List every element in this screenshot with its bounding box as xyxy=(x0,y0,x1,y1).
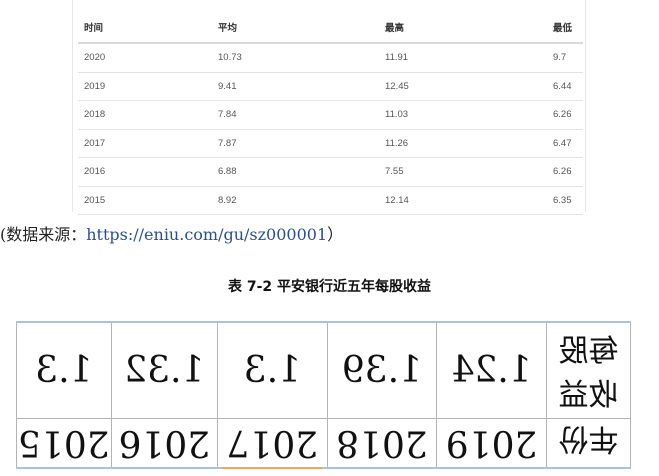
cell-low: 9.7 xyxy=(547,43,583,73)
cell-average: 9.41 xyxy=(212,72,379,101)
cell-low: 6.47 xyxy=(547,129,583,158)
cell-high: 12.14 xyxy=(379,186,547,215)
cell-high: 12.45 xyxy=(379,72,547,101)
cell-low: 6.26 xyxy=(547,100,583,130)
stock-price-table: 时间 平均 最高 最低 2020 10.73 11.91 9.7 2019 9.… xyxy=(78,12,583,215)
cell-high: 7.55 xyxy=(379,157,547,187)
year-cell: 2019 xyxy=(436,418,547,467)
source-prefix: (数据来源： xyxy=(0,225,87,244)
eps-row-header: 每股收益 xyxy=(546,323,631,419)
year-cell: 2018 xyxy=(327,418,437,467)
cell-year: 2017 xyxy=(78,129,212,158)
cell-year: 2018 xyxy=(78,100,212,130)
cell-average: 7.87 xyxy=(212,129,379,158)
cell-average: 7.84 xyxy=(212,100,379,130)
eps-table-mirrored: 每股收益 1.24 1.39 1.3 1.32 1.3 年份 2019 2018… xyxy=(16,323,631,467)
cell-high: 11.26 xyxy=(379,129,547,158)
cell-high: 11.03 xyxy=(379,100,547,130)
year-row: 年份 2019 2018 2017 2016 2015 xyxy=(16,418,631,467)
cell-low: 6.26 xyxy=(547,157,583,187)
data-source-line: (数据来源：https://eniu.com/gu/sz000001） xyxy=(0,221,659,245)
selection-underline xyxy=(222,467,322,469)
table-row: 2019 9.41 12.45 6.44 xyxy=(78,72,583,101)
year-cell: 2015 xyxy=(16,418,112,467)
year-cell: 2017 xyxy=(217,418,328,467)
header-high: 最高 xyxy=(379,12,547,44)
cell-year: 2019 xyxy=(78,72,212,101)
header-low: 最低 xyxy=(547,12,583,44)
eps-table-panel: 每股收益 1.24 1.39 1.3 1.32 1.3 年份 2019 2018… xyxy=(16,321,631,469)
table-header-row: 时间 平均 最高 最低 xyxy=(78,12,583,44)
cell-high: 11.91 xyxy=(379,43,547,73)
eps-cell: 1.3 xyxy=(217,323,328,419)
table-row: 2020 10.73 11.91 9.7 xyxy=(78,43,583,73)
table-row: 2015 8.92 12.14 6.35 xyxy=(78,186,583,215)
year-row-header: 年份 xyxy=(546,418,631,467)
eps-cell: 1.3 xyxy=(16,323,112,419)
stock-price-table-panel: 时间 平均 最高 最低 2020 10.73 11.91 9.7 2019 9.… xyxy=(72,0,586,215)
eps-cell: 1.24 xyxy=(436,323,547,419)
eps-cell: 1.32 xyxy=(111,323,218,419)
table-caption: 表 7-2 平安银行近五年每股收益 xyxy=(227,279,432,295)
cell-year: 2015 xyxy=(78,186,212,215)
cell-average: 6.88 xyxy=(212,157,379,187)
table-row: 2016 6.88 7.55 6.26 xyxy=(78,157,583,187)
year-cell: 2016 xyxy=(111,418,218,467)
header-time: 时间 xyxy=(78,12,212,44)
source-link[interactable]: https://eniu.com/gu/sz000001 xyxy=(86,225,327,244)
header-average: 平均 xyxy=(212,12,379,44)
cell-average: 10.73 xyxy=(212,43,379,73)
cell-year: 2016 xyxy=(78,157,212,187)
cell-low: 6.35 xyxy=(547,186,583,215)
eps-row: 每股收益 1.24 1.39 1.3 1.32 1.3 xyxy=(16,323,631,419)
table-row: 2018 7.84 11.03 6.26 xyxy=(78,100,583,130)
cell-year: 2020 xyxy=(78,43,212,73)
eps-cell: 1.39 xyxy=(327,323,437,419)
cell-low: 6.44 xyxy=(547,72,583,101)
source-suffix: ） xyxy=(327,225,344,244)
table-row: 2017 7.87 11.26 6.47 xyxy=(78,129,583,158)
cell-average: 8.92 xyxy=(212,186,379,215)
